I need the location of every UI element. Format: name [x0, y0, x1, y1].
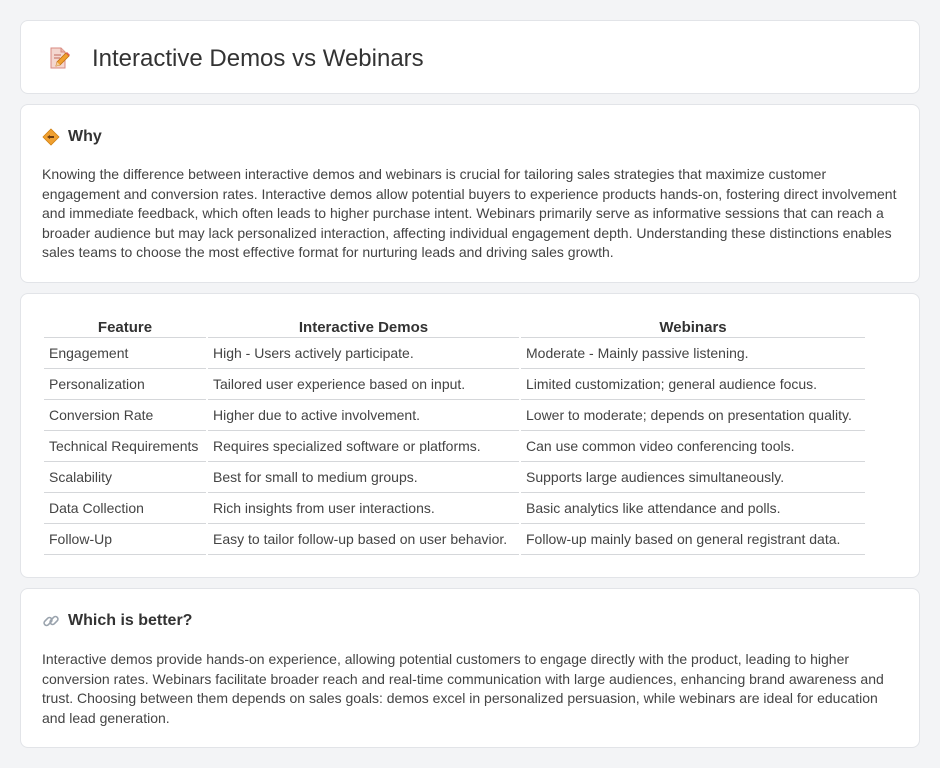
- demos-cell: Higher due to active involvement.: [208, 400, 519, 431]
- webinars-cell: Lower to moderate; depends on presentati…: [521, 400, 865, 431]
- page-title: Interactive Demos vs Webinars: [92, 45, 424, 72]
- feature-cell: Follow-Up: [44, 524, 206, 555]
- table-row: Conversion Rate Higher due to active inv…: [44, 400, 865, 431]
- webinars-cell: Moderate - Mainly passive listening.: [521, 338, 865, 369]
- webinars-cell: Can use common video conferencing tools.: [521, 431, 865, 462]
- feature-cell: Scalability: [44, 462, 206, 493]
- webinars-cell: Limited customization; general audience …: [521, 369, 865, 400]
- better-text: Interactive demos provide hands-on exper…: [42, 651, 884, 726]
- column-header-feature: Feature: [44, 316, 206, 338]
- feature-cell: Conversion Rate: [44, 400, 206, 431]
- webinars-cell: Supports large audiences simultaneously.: [521, 462, 865, 493]
- table-row: Follow-Up Easy to tailor follow-up based…: [44, 524, 865, 555]
- link-icon: [42, 612, 60, 630]
- table-row: Engagement High - Users actively partici…: [44, 338, 865, 369]
- diamond-warning-icon: [42, 128, 60, 146]
- demos-cell: Best for small to medium groups.: [208, 462, 519, 493]
- table-row: Scalability Best for small to medium gro…: [44, 462, 865, 493]
- column-header-webinars: Webinars: [521, 316, 865, 338]
- pencil-document-icon: [47, 46, 71, 70]
- table-header-row: Feature Interactive Demos Webinars: [44, 316, 865, 338]
- webinars-cell: Basic analytics like attendance and poll…: [521, 493, 865, 524]
- why-text: Knowing the difference between interacti…: [42, 166, 897, 261]
- why-title: Why: [68, 128, 102, 145]
- demos-cell: Easy to tailor follow-up based on user b…: [208, 524, 519, 555]
- table-row: Personalization Tailored user experience…: [44, 369, 865, 400]
- feature-cell: Data Collection: [44, 493, 206, 524]
- comparison-table: Feature Interactive Demos Webinars Engag…: [42, 316, 867, 555]
- which-is-better-section: Which is better? Interactive demos provi…: [20, 588, 920, 748]
- feature-cell: Technical Requirements: [44, 431, 206, 462]
- column-header-demos: Interactive Demos: [208, 316, 519, 338]
- why-heading: Why: [42, 127, 102, 147]
- demos-cell: High - Users actively participate.: [208, 338, 519, 369]
- why-section: Why Knowing the difference between inter…: [20, 104, 920, 283]
- table-row: Technical Requirements Requires speciali…: [44, 431, 865, 462]
- better-heading: Which is better?: [42, 611, 192, 631]
- header-card: Interactive Demos vs Webinars: [20, 20, 920, 94]
- demos-cell: Tailored user experience based on input.: [208, 369, 519, 400]
- webinars-cell: Follow-up mainly based on general regist…: [521, 524, 865, 555]
- table-row: Data Collection Rich insights from user …: [44, 493, 865, 524]
- demos-cell: Requires specialized software or platfor…: [208, 431, 519, 462]
- feature-cell: Personalization: [44, 369, 206, 400]
- demos-cell: Rich insights from user interactions.: [208, 493, 519, 524]
- feature-cell: Engagement: [44, 338, 206, 369]
- better-title: Which is better?: [68, 612, 193, 629]
- comparison-section: Feature Interactive Demos Webinars Engag…: [20, 293, 920, 578]
